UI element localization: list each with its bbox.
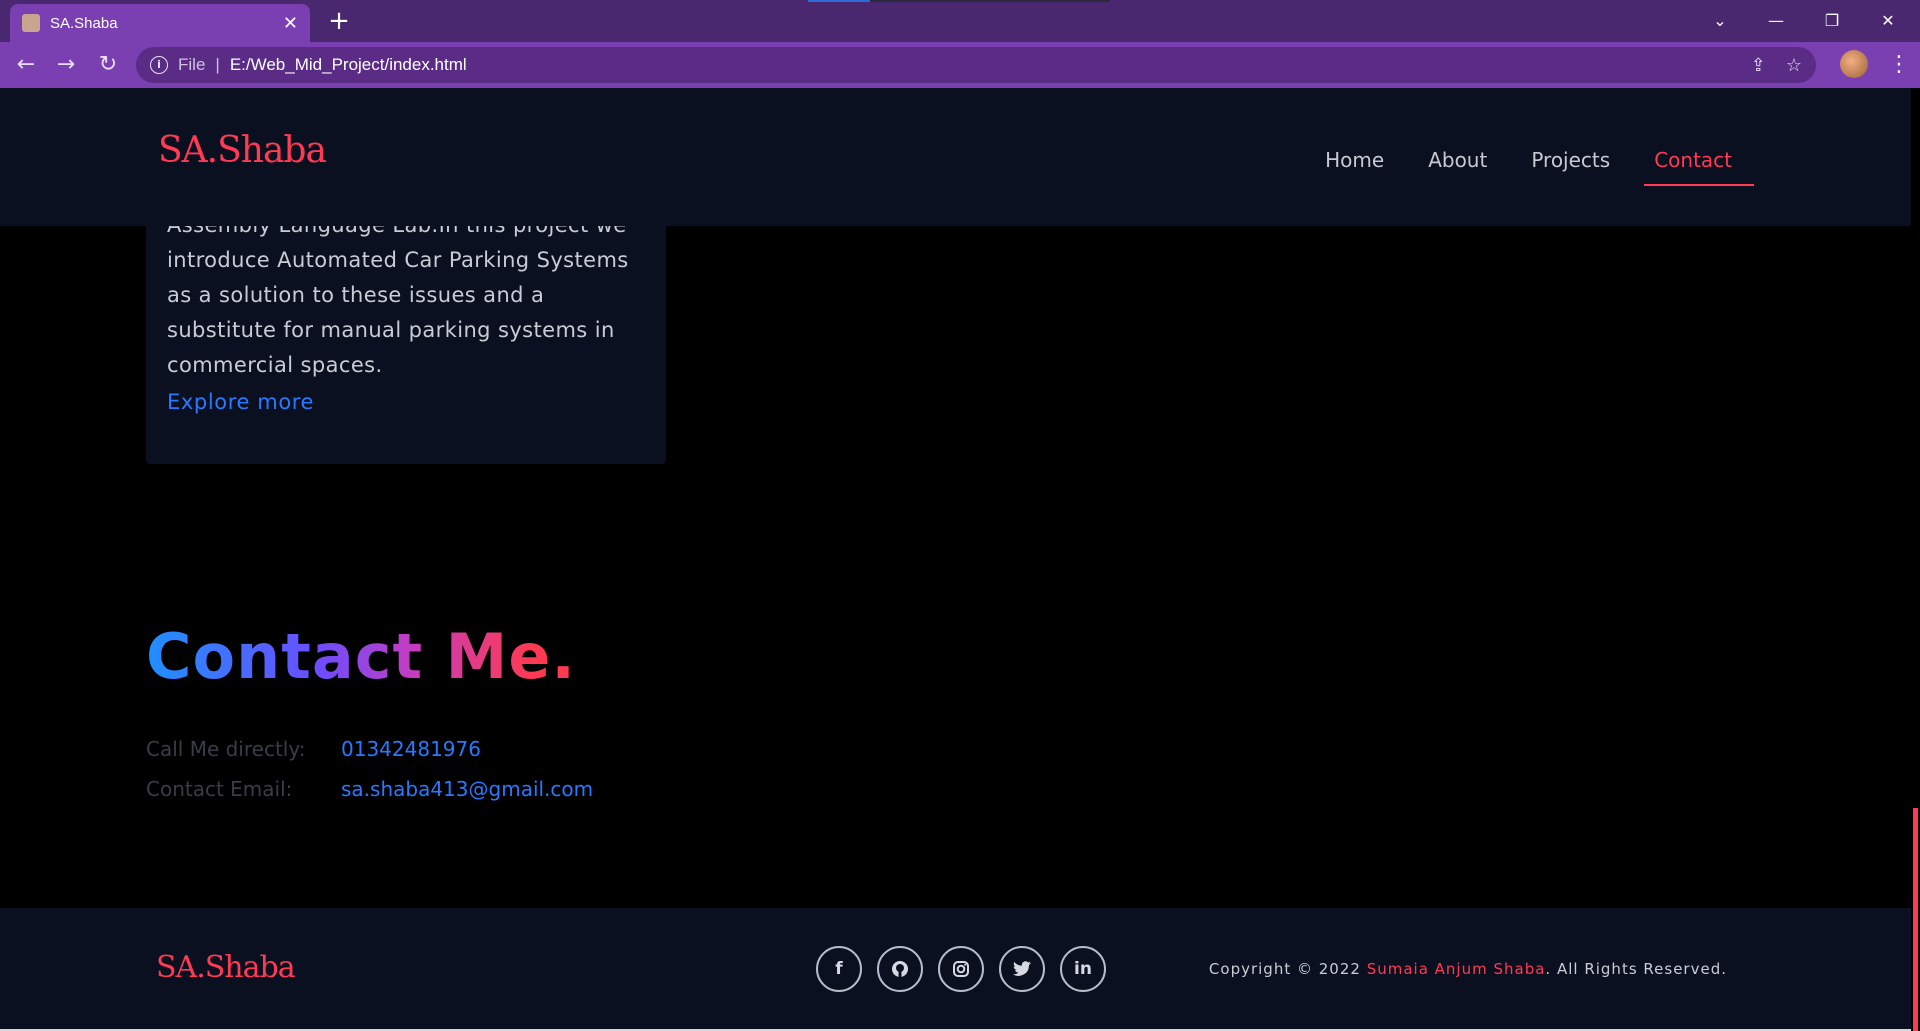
site-header: SA.Shaba Home About Projects Contact [0,88,1911,226]
site-footer: SA.Shaba f in Copyright © 2022 Sumaia An… [0,908,1911,1031]
site-logo[interactable]: SA.Shaba [158,130,327,171]
footer-logo[interactable]: SA.Shaba [156,950,296,985]
address-bar[interactable]: i File | E:/Web_Mid_Project/index.html ⇪… [136,47,1816,83]
twitter-icon[interactable] [999,946,1045,992]
email-label: Contact Email: [146,777,293,801]
url-scheme: File [178,55,206,74]
nav-home[interactable]: Home [1303,148,1406,172]
browser-tabbar: SA.Shaba ✕ + ⌄ — ❐ ✕ [0,0,1920,42]
linkedin-icon[interactable]: in [1060,946,1106,992]
github-icon[interactable] [877,946,923,992]
phone-link[interactable]: 01342481976 [341,737,481,761]
project-card: Assembly Language Lab.In this project we… [146,226,666,464]
browser-menu-icon[interactable]: ⋮ [1888,50,1910,80]
copyright-text: Copyright © 2022 Sumaia Anjum Shaba. All… [1209,960,1727,978]
nav-projects[interactable]: Projects [1509,148,1632,172]
new-tab-button[interactable]: + [324,6,354,36]
info-icon[interactable]: i [150,56,168,74]
nav-contact[interactable]: Contact [1632,148,1754,186]
copyright-prefix: Copyright © 2022 [1208,960,1367,978]
tab-title: SA.Shaba [50,14,118,32]
tab-search-icon[interactable]: ⌄ [1692,0,1748,40]
contact-title: Contact Me. [146,620,576,693]
back-button[interactable]: ← [10,50,42,80]
url-separator: | [215,55,220,74]
tab-strip-indicator [808,0,870,2]
minimize-button[interactable]: — [1748,0,1804,40]
scrollbar-thumb[interactable] [1913,808,1918,1031]
nav-about[interactable]: About [1406,148,1509,172]
reload-button[interactable]: ↻ [92,50,124,80]
phone-label: Call Me directly: [146,737,306,761]
omnibox-actions: ⇪ ☆ [1751,47,1802,83]
instagram-icon[interactable] [938,946,984,992]
explore-more-link[interactable]: Explore more [167,390,314,414]
tab-strip-indicator-secondary [870,0,1110,2]
browser-tab[interactable]: SA.Shaba ✕ [10,4,310,42]
social-links: f in [816,946,1106,992]
profile-avatar[interactable] [1840,50,1868,78]
project-description: Assembly Language Lab.In this project we… [167,226,629,377]
url-text[interactable]: E:/Web_Mid_Project/index.html [230,55,467,75]
bookmark-star-icon[interactable]: ☆ [1786,55,1802,76]
copyright-suffix: . All Rights Reserved. [1545,960,1727,978]
browser-toolbar: ← → ↻ i File | E:/Web_Mid_Project/index.… [0,42,1920,88]
favicon-icon [22,14,40,32]
main-nav: Home About Projects Contact [1303,148,1754,186]
email-link[interactable]: sa.shaba413@gmail.com [341,777,593,801]
share-icon[interactable]: ⇪ [1751,55,1766,76]
forward-button[interactable]: → [50,50,82,80]
facebook-icon[interactable]: f [816,946,862,992]
restore-button[interactable]: ❐ [1804,0,1860,40]
close-tab-icon[interactable]: ✕ [283,13,298,34]
copyright-name[interactable]: Sumaia Anjum Shaba [1367,960,1546,978]
close-window-button[interactable]: ✕ [1860,0,1916,40]
